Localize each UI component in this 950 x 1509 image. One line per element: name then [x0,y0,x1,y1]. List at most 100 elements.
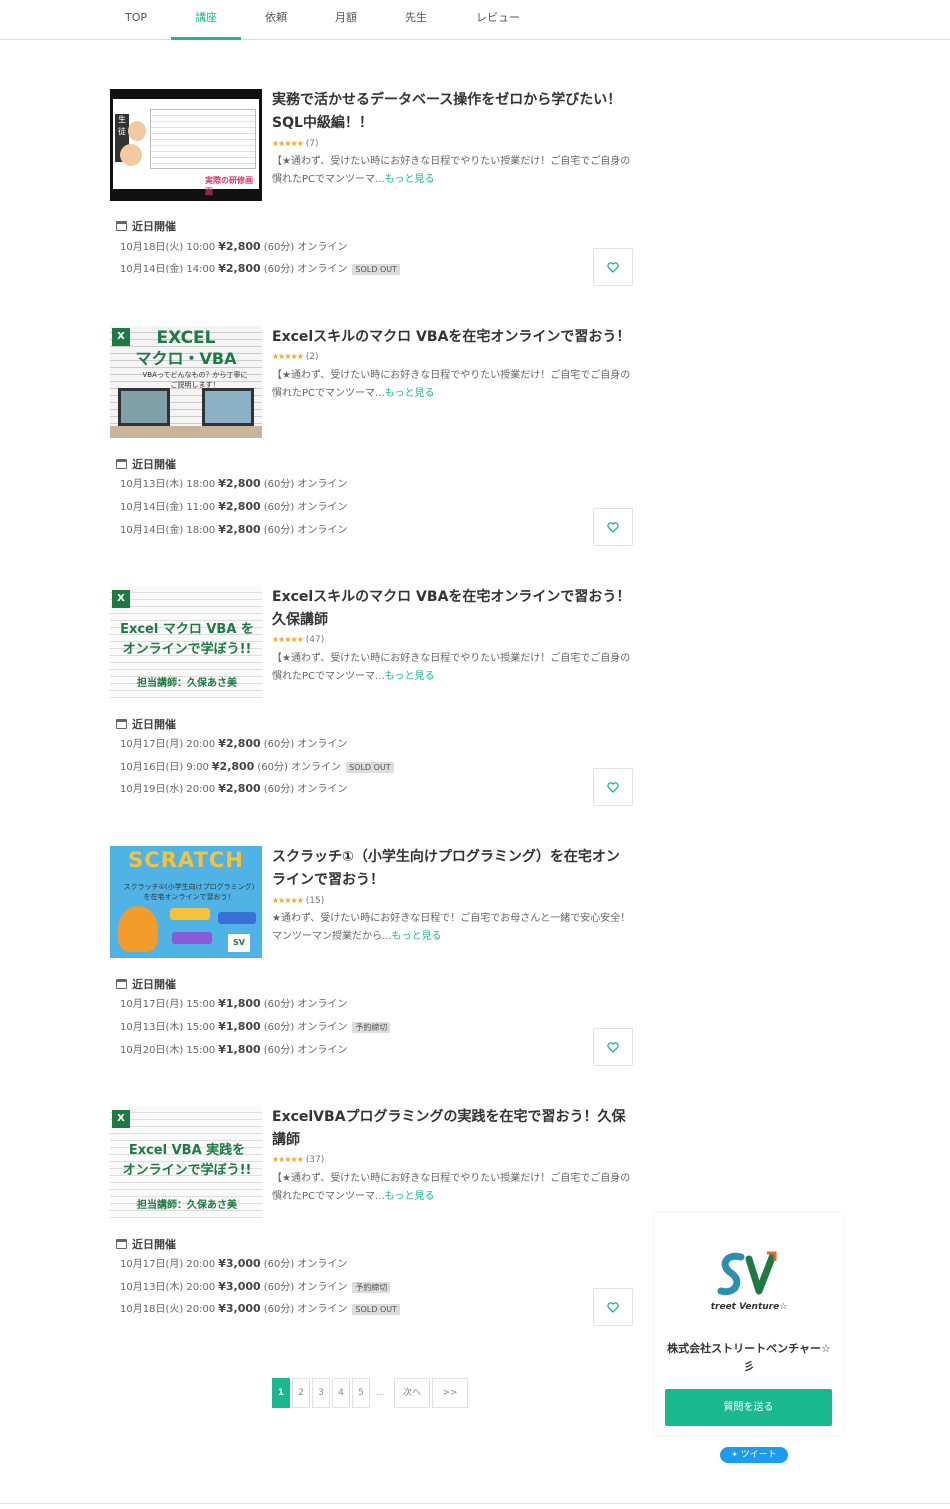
page-2-button[interactable]: 2 [292,1378,310,1408]
rating: ★★★★★ (2) [272,352,318,362]
block-image [172,932,212,944]
heart-icon [607,1042,619,1053]
favorite-button[interactable] [593,1288,633,1326]
tab-top[interactable]: TOP [101,0,171,40]
tab-reviews[interactable]: レビュー [463,0,533,40]
tweet-button[interactable]: ✦ ツイート [720,1447,788,1463]
session-price: ¥3,000 [218,1280,261,1293]
session-row[interactable]: 10月17日(月) 15:00 ¥1,800 (60分) オンライン [120,997,347,1011]
twitter-bird-icon: ✦ [731,1450,738,1459]
course-thumbnail[interactable]: X Excel VBA 実践を オンラインで学ぼう!! 担当講師：久保あさ美 [110,1106,262,1218]
read-more-link[interactable]: もっと見る [385,388,435,399]
course-title[interactable]: Excelスキルのマクロ VBAを在宅オンラインで習おう！ [272,326,632,349]
session-date: 10月16日(日) 9:00 [120,762,209,773]
thumb-subtitle: マクロ・VBA [135,349,237,368]
thumb-text: 担当講師：久保あさ美 [137,1200,237,1211]
thumb-title: Excel VBA 実践を [128,1143,246,1158]
session-row[interactable]: 10月19日(水) 20:00 ¥2,800 (60分) オンライン [120,782,347,796]
course-card: X Excel VBA 実践を オンラインで学ぼう!! 担当講師：久保あさ美 E… [110,1106,635,1326]
session-duration: (60分) [263,264,295,275]
session-row[interactable]: 10月18日(火) 10:00 ¥2,800 (60分) オンライン [120,240,347,254]
upcoming-heading: 近日開催 [116,218,176,234]
session-row[interactable]: 10月13日(木) 18:00 ¥2,800 (60分) オンライン [120,477,347,491]
session-mode: オンライン [297,784,348,795]
session-row[interactable]: 10月13日(木) 20:00 ¥3,000 (60分) オンライン 予約締切 [120,1280,391,1294]
tab-teachers[interactable]: 先生 [381,0,451,40]
session-price: ¥2,800 [218,477,261,490]
course-title[interactable]: 実務で活かせるデータベース操作をゼロから学びたい！SQL中級編！！ [272,89,632,135]
last-page-button[interactable]: >> [432,1378,468,1408]
thumb-subtitle: オンラインで学ぼう!! [122,642,252,657]
calendar-icon [116,221,127,231]
session-row[interactable]: 10月14日(金) 14:00 ¥2,800 (60分) オンライン SOLD OUT [120,262,400,276]
upcoming-label: 近日開催 [132,978,176,991]
sold-out-badge: SOLD OUT [346,762,394,773]
session-date: 10月18日(火) 10:00 [120,242,216,253]
read-more-link[interactable]: もっと見る [392,931,442,942]
laptop-image [202,388,254,426]
rating-count: (47) [305,635,325,645]
tab-courses[interactable]: 講座 [171,0,241,40]
course-thumbnail[interactable]: X Excel マクロ VBA を オンラインで学ぼう!! 担当講師：久保あさ美 [110,586,262,698]
session-price: ¥2,800 [211,760,255,773]
person-image [120,144,142,166]
course-title[interactable]: Excelスキルのマクロ VBAを在宅オンラインで習おう！久保講師 [272,586,632,632]
rating-count: (15) [305,896,325,906]
next-page-button[interactable]: 次へ [394,1378,430,1408]
session-mode: オンライン [297,1022,348,1033]
tab-requests[interactable]: 依頼 [241,0,311,40]
session-mode: オンライン [297,479,348,490]
page-3-button[interactable]: 3 [312,1378,330,1408]
desk-image [110,426,262,438]
sold-out-badge: SOLD OUT [352,1304,400,1315]
footer-divider [0,1503,950,1504]
favorite-button[interactable] [593,508,633,546]
star-icons: ★★★★★ [272,352,304,361]
sv-logo-icon [717,1251,777,1296]
page-1-button[interactable]: 1 [272,1378,290,1408]
page-4-button[interactable]: 4 [332,1378,350,1408]
favorite-button[interactable] [593,1028,633,1066]
course-title[interactable]: ExcelVBAプログラミングの実践を在宅で習おう！久保講師 [272,1106,632,1152]
session-mode: オンライン [291,762,342,773]
session-date: 10月14日(金) 11:00 [120,502,216,513]
course-thumbnail[interactable]: SCRATCH スクラッチ①(小学生向けプログラミング)を在宅オンラインで習おう… [110,846,262,958]
session-row[interactable]: 10月14日(金) 11:00 ¥2,800 (60分) オンライン [120,500,347,514]
course-card: X EXCEL マクロ・VBA VBAってどんなもの？から丁寧にご説明します！ … [110,326,635,546]
course-thumbnail[interactable]: 生徒 実際の研修画面 [110,89,262,201]
session-row[interactable]: 10月18日(火) 20:00 ¥3,000 (60分) オンライン SOLD OUT [120,1302,400,1316]
session-duration: (60分) [263,739,295,750]
description-text: 【★通わず、受けたい時にお好きな日程でやりたい授業だけ！ご自宅でご自身の慣れたP… [272,1173,631,1202]
session-price: ¥2,800 [218,262,261,275]
favorite-button[interactable] [593,248,633,286]
block-image [170,908,210,920]
course-thumbnail[interactable]: X EXCEL マクロ・VBA VBAってどんなもの？から丁寧にご説明します！ [110,326,262,438]
tab-monthly[interactable]: 月額 [311,0,381,40]
favorite-button[interactable] [593,768,633,806]
session-duration: (60分) [263,1022,295,1033]
read-more-link[interactable]: もっと見る [385,1191,435,1202]
read-more-link[interactable]: もっと見る [385,174,435,185]
session-row[interactable]: 10月17日(月) 20:00 ¥2,800 (60分) オンライン [120,737,347,751]
rating: ★★★★★ (47) [272,635,324,645]
session-row[interactable]: 10月17日(月) 20:00 ¥3,000 (60分) オンライン [120,1257,347,1271]
closed-badge: 予約締切 [352,1282,391,1293]
course-title[interactable]: スクラッチ①（小学生向けプログラミング）を在宅オンラインで習おう！ [272,846,632,892]
session-date: 10月13日(木) 20:00 [120,1282,216,1293]
rating: ★★★★★ (7) [272,139,318,149]
read-more-link[interactable]: もっと見る [385,671,435,682]
session-row[interactable]: 10月14日(金) 18:00 ¥2,800 (60分) オンライン [120,523,347,537]
session-duration: (60分) [263,1282,295,1293]
top-nav: TOP 講座 依頼 月額 先生 レビュー [0,0,950,40]
session-duration: (60分) [263,502,295,513]
session-price: ¥1,800 [218,997,261,1010]
page-5-button[interactable]: 5 [352,1378,370,1408]
sold-out-badge: SOLD OUT [352,264,400,275]
laptop-image [118,388,170,426]
session-row[interactable]: 10月13日(木) 15:00 ¥1,800 (60分) オンライン 予約締切 [120,1020,391,1034]
ask-question-button[interactable]: 質問を送る [665,1389,832,1426]
upcoming-label: 近日開催 [132,1238,176,1251]
company-name[interactable]: 株式会社ストリートベンチャー☆彡 [663,1340,835,1376]
session-row[interactable]: 10月16日(日) 9:00 ¥2,800 (60分) オンライン SOLD OUT [120,760,394,774]
session-row[interactable]: 10月20日(木) 15:00 ¥1,800 (60分) オンライン [120,1043,347,1057]
